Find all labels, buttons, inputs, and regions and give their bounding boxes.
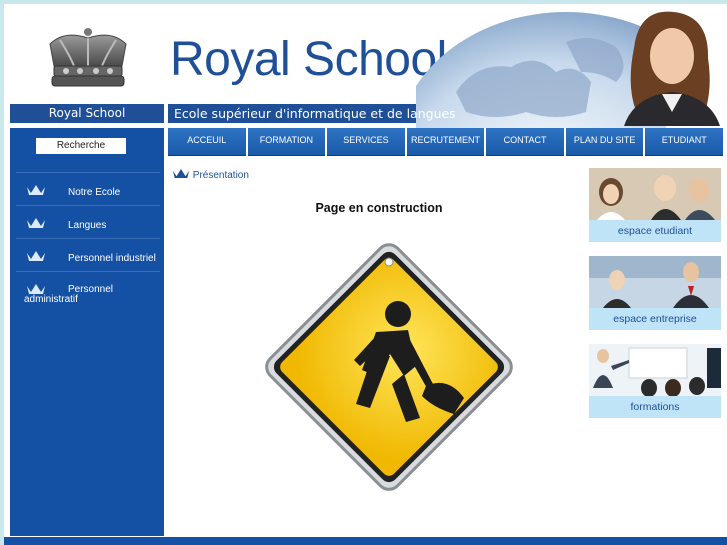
sidebar-item-notre-ecole[interactable]: Notre Ecole — [16, 172, 160, 205]
sidebar-item-label: Langues — [68, 220, 107, 231]
nav-services[interactable]: SERVICES — [327, 128, 405, 156]
crown-logo-icon — [49, 28, 127, 87]
nav-plan-du-site[interactable]: PLAN DU SITE — [565, 128, 644, 156]
breadcrumb: Présentation — [172, 168, 249, 181]
espace-etudiant-block[interactable]: espace etudiant — [589, 168, 721, 244]
crown-icon — [27, 185, 45, 195]
sidebar-item-personnel-administratif[interactable]: Personnel administratif — [16, 271, 160, 322]
sidebar-item-label: Notre Ecole — [68, 187, 121, 198]
page: Royal School Royal School Ecole supérieu… — [4, 4, 727, 545]
nav-formation[interactable]: FORMATION — [247, 128, 326, 156]
nav-recrutement[interactable]: RECRUTEMENT — [406, 128, 485, 156]
tagline-bar: Ecole supérieur d'informatique et de lan… — [168, 104, 456, 123]
search-button[interactable]: Recherche — [36, 138, 126, 154]
sidebar-item-label: Personnel administratif — [24, 284, 114, 305]
business-photo — [589, 256, 721, 308]
construction-sign-icon — [265, 243, 513, 491]
formations-caption: formations — [589, 396, 721, 418]
training-photo — [589, 344, 721, 396]
breadcrumb-label: Présentation — [192, 170, 249, 181]
espace-entreprise-block[interactable]: espace entreprise — [589, 256, 721, 332]
site-title: Royal School — [170, 33, 447, 86]
sidebar-item-label: Personnel industriel — [68, 253, 156, 264]
nav-acceuil[interactable]: ACCEUIL — [168, 128, 246, 156]
woman-photo — [624, 11, 720, 126]
sidebar-item-personnel-industriel[interactable]: Personnel industriel — [16, 238, 160, 271]
formations-block[interactable]: formations — [589, 344, 721, 420]
crown-icon — [27, 251, 45, 261]
nav-contact[interactable]: CONTACT — [486, 128, 564, 156]
sidebar-menu: Notre Ecole Langues Personnel industriel… — [16, 172, 160, 322]
footer-bar — [4, 537, 727, 545]
brand-bar: Royal School — [10, 104, 164, 123]
sidebar: Recherche Notre Ecole Langues Personnel … — [10, 128, 164, 536]
top-nav: ACCEUIL FORMATION SERVICES RECRUTEMENT C… — [168, 128, 724, 156]
students-photo — [589, 168, 721, 220]
page-title: Page en construction — [315, 201, 443, 215]
nav-etudiant[interactable]: ETUDIANT — [645, 128, 724, 156]
crown-icon — [172, 169, 190, 178]
crown-icon — [27, 218, 45, 228]
espace-entreprise-caption: espace entreprise — [589, 308, 721, 330]
espace-etudiant-caption: espace etudiant — [589, 220, 721, 242]
sidebar-item-langues[interactable]: Langues — [16, 205, 160, 238]
